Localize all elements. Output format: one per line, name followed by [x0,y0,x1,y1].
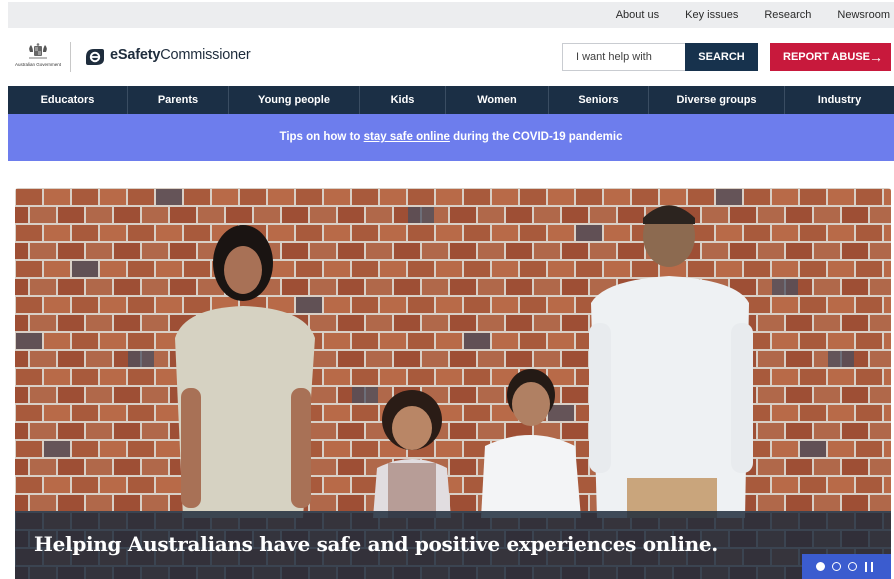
covid-banner: Tips on how to stay safe online during t… [8,114,894,161]
site-header: Australian Government eSafetyCommissione… [8,28,894,86]
pause-icon[interactable] [865,561,873,572]
nav-item-women[interactable]: Women [446,86,549,114]
esafety-brand[interactable]: eSafetyCommissioner [110,47,251,63]
slide-dot-3[interactable] [848,562,857,571]
utility-nav: About us Key issues Research Newsroom [8,2,894,28]
banner-suffix: during the COVID-19 pandemic [449,131,623,143]
esafety-logo-icon[interactable] [83,47,105,67]
utility-link-newsroom[interactable]: Newsroom [837,9,890,21]
hero-headline: Helping Australians have safe and positi… [34,532,718,556]
nav-item-kids[interactable]: Kids [360,86,446,114]
nav-item-educators[interactable]: Educators [8,86,128,114]
search-input[interactable]: I want help with [562,43,685,71]
arrow-right-icon: → [869,49,883,65]
report-abuse-label: REPORT ABUSE [783,51,870,63]
slide-dot-2[interactable] [832,562,841,571]
coat-of-arms-icon [29,43,47,59]
banner-link[interactable]: stay safe online [364,131,450,143]
main-nav: Educators Parents Young people Kids Wome… [8,86,894,114]
utility-link-about-us[interactable]: About us [616,9,659,21]
logo-divider [70,42,71,72]
brand-regular: Commissioner [160,47,251,63]
slide-dot-1[interactable] [816,562,825,571]
nav-item-seniors[interactable]: Seniors [549,86,649,114]
report-abuse-button[interactable]: REPORT ABUSE → [770,43,891,71]
hero-caption: Helping Australians have safe and positi… [15,511,891,579]
utility-link-key-issues[interactable]: Key issues [685,9,738,21]
nav-item-young-people[interactable]: Young people [229,86,360,114]
gov-logo-text: Australian Government [14,62,62,67]
search-button[interactable]: SEARCH [685,43,758,71]
hero-carousel: Helping Australians have safe and positi… [15,188,891,579]
page: About us Key issues Research Newsroom Au… [0,0,894,579]
banner-prefix: Tips on how to [279,131,364,143]
australian-government-logo[interactable]: Australian Government [14,43,62,71]
brand-bold: eSafety [110,47,161,63]
nav-item-parents[interactable]: Parents [128,86,229,114]
nav-item-diverse-groups[interactable]: Diverse groups [649,86,785,114]
carousel-controls [802,554,891,579]
utility-link-research[interactable]: Research [764,9,811,21]
nav-item-industry[interactable]: Industry [785,86,894,114]
